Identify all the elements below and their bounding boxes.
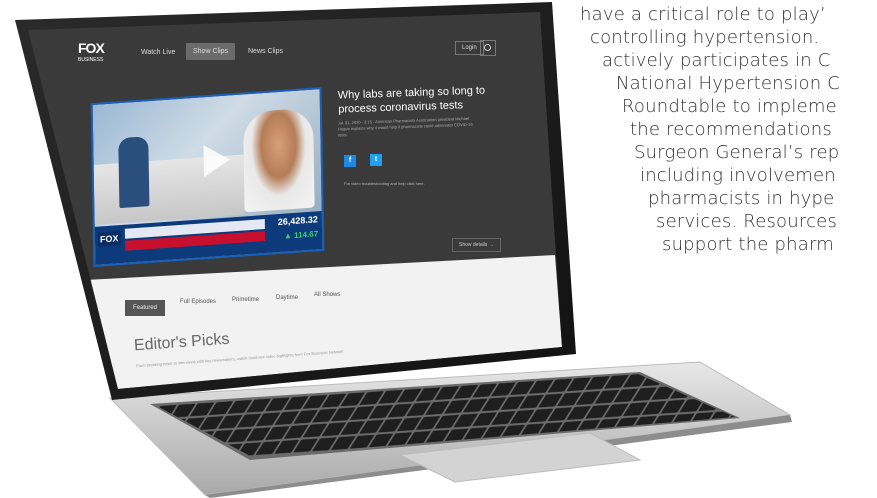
- laptop-image: FOX BUSINESS Watch Live Show Clips News …: [0, 0, 877, 498]
- keyboard: [150, 372, 740, 483]
